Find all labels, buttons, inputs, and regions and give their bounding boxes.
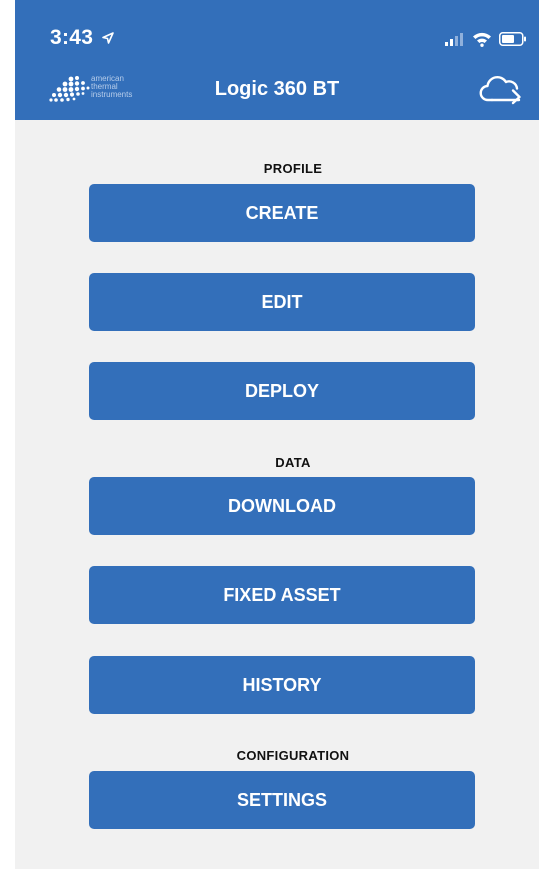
history-button[interactable]: HISTORY: [89, 656, 475, 714]
edit-button[interactable]: EDIT: [89, 273, 475, 331]
settings-button[interactable]: SETTINGS: [89, 771, 475, 829]
section-label-profile: PROFILE: [263, 161, 323, 176]
signal-icon: [445, 33, 463, 46]
download-button[interactable]: DOWNLOAD: [89, 477, 475, 535]
wifi-icon: [473, 32, 491, 47]
status-time-text: 3:43: [50, 26, 94, 49]
cloud-sync-button[interactable]: [479, 74, 523, 106]
battery-icon: [499, 32, 526, 46]
cloud-sync-icon: [479, 75, 521, 105]
status-icons: [445, 28, 527, 50]
navigation-bar: american thermal instruments Logic 360 B…: [15, 60, 539, 120]
page-title: Logic 360 BT: [214, 78, 340, 100]
create-button[interactable]: CREATE: [89, 184, 475, 242]
section-label-configuration: CONFIGURATION: [236, 748, 350, 763]
app-header: 3:43 american thermal instruments Logic …: [15, 0, 539, 120]
fixed-asset-button[interactable]: FIXED ASSET: [89, 566, 475, 624]
section-label-data: DATA: [275, 455, 311, 470]
deploy-button[interactable]: DEPLOY: [89, 362, 475, 420]
app-screen: 3:43 american thermal instruments Logic …: [15, 0, 539, 869]
status-time: 3:43: [50, 26, 115, 50]
location-arrow-icon: [102, 32, 115, 44]
